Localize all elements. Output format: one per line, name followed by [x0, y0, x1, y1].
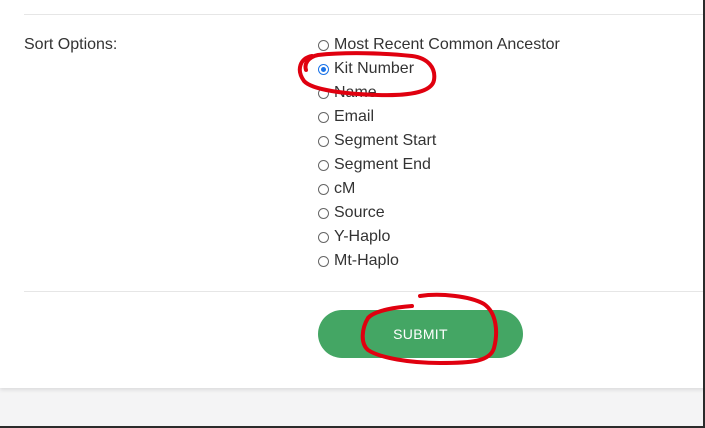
radio-button[interactable]: [318, 159, 329, 171]
sort-option-label: Email: [334, 108, 375, 125]
submit-button[interactable]: SUBMIT: [318, 310, 523, 358]
radio-button[interactable]: [318, 87, 329, 99]
radio-button[interactable]: [318, 231, 329, 243]
sort-option-most-recent-common-ancestor[interactable]: Most Recent Common Ancestor: [316, 33, 560, 57]
sort-option-label: Mt-Haplo: [334, 252, 399, 269]
sort-form-card: Sort Options: Most Recent Common Ancesto…: [0, 0, 705, 388]
sort-options-radio-group: Most Recent Common Ancestor Kit Number N…: [316, 33, 560, 273]
sort-option-label: Name: [334, 84, 377, 101]
sort-option-label: Most Recent Common Ancestor: [334, 36, 560, 53]
radio-button[interactable]: [318, 111, 329, 123]
top-divider: [24, 14, 705, 15]
sort-option-label: Kit Number: [334, 60, 415, 77]
sort-option-source[interactable]: Source: [316, 201, 560, 225]
sort-option-mt-haplo[interactable]: Mt-Haplo: [316, 249, 560, 273]
sort-option-label: Segment End: [334, 156, 431, 173]
sort-option-kit-number[interactable]: Kit Number: [316, 57, 560, 81]
radio-button-selected[interactable]: [318, 63, 329, 75]
radio-button[interactable]: [318, 183, 329, 195]
radio-button[interactable]: [318, 255, 329, 267]
sort-option-label: Source: [334, 204, 385, 221]
bottom-divider: [24, 291, 705, 292]
sort-options-label: Sort Options:: [24, 36, 118, 53]
sort-option-segment-end[interactable]: Segment End: [316, 153, 560, 177]
sort-option-label: Y-Haplo: [334, 228, 391, 245]
sort-option-segment-start[interactable]: Segment Start: [316, 129, 560, 153]
radio-button[interactable]: [318, 135, 329, 147]
radio-button[interactable]: [318, 39, 329, 51]
sort-option-label: Segment Start: [334, 132, 437, 149]
sort-option-name[interactable]: Name: [316, 81, 560, 105]
radio-button[interactable]: [318, 207, 329, 219]
sort-option-cm[interactable]: cM: [316, 177, 560, 201]
sort-option-label: cM: [334, 180, 356, 197]
sort-option-email[interactable]: Email: [316, 105, 560, 129]
sort-option-y-haplo[interactable]: Y-Haplo: [316, 225, 560, 249]
